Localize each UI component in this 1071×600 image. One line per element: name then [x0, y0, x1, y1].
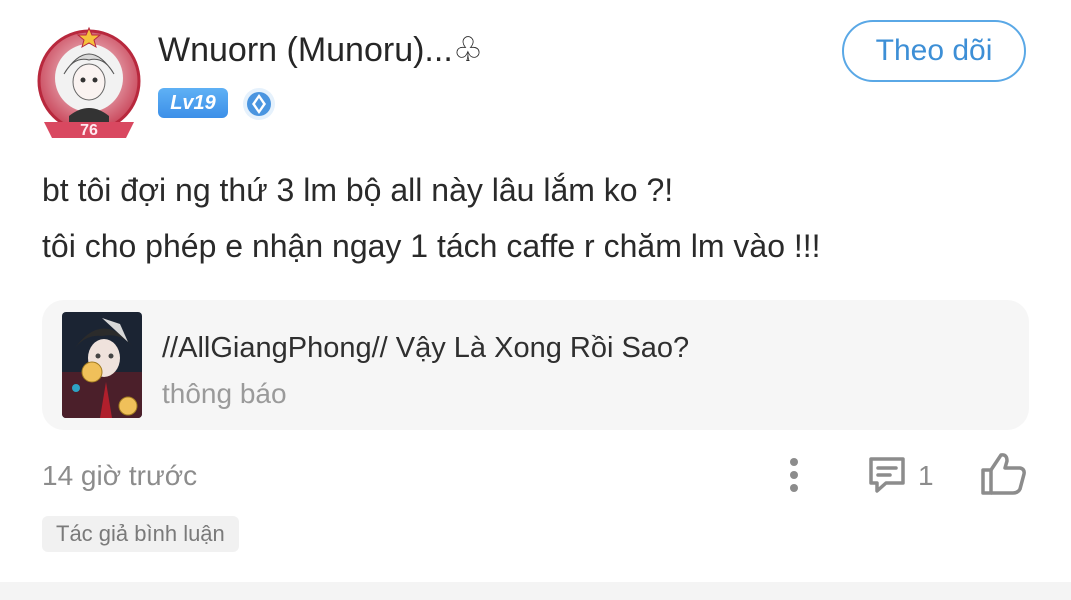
comment-timestamp: 14 giờ trước	[42, 460, 198, 491]
more-vertical-icon	[790, 458, 798, 492]
story-card[interactable]: //AllGiangPhong// Vậy Là Xong Rồi Sao? t…	[42, 300, 1029, 430]
comment-icon	[869, 457, 905, 493]
story-cover-image	[62, 312, 142, 418]
thumbs-up-icon	[981, 453, 1026, 495]
svg-text:76: 76	[80, 122, 98, 139]
reply-count: 1	[918, 460, 934, 491]
reply-button[interactable]: 1	[862, 452, 946, 498]
comment-text-line: bt tôi đợi ng thứ 3 lm bộ all này lâu lắ…	[42, 172, 674, 208]
comment-text-line: tôi cho phép e nhận ngay 1 tách caffe r …	[42, 228, 821, 264]
more-options-button[interactable]	[782, 455, 806, 495]
username[interactable]: Wnuorn (Munoru)...♧	[158, 30, 483, 70]
story-chapter-label: thông báo	[162, 378, 287, 409]
author-comment-tag: Tác giả bình luận	[42, 516, 239, 552]
vip-badge-icon	[240, 86, 278, 122]
section-separator	[0, 582, 1071, 600]
user-avatar[interactable]: 76	[34, 26, 144, 142]
level-badge: Lv19	[158, 88, 228, 118]
follow-button[interactable]: Theo dõi	[842, 20, 1026, 82]
story-title: //AllGiangPhong// Vậy Là Xong Rồi Sao?	[162, 332, 690, 364]
avatar-frame-icon: 76	[37, 26, 141, 139]
like-button[interactable]	[978, 450, 1028, 498]
